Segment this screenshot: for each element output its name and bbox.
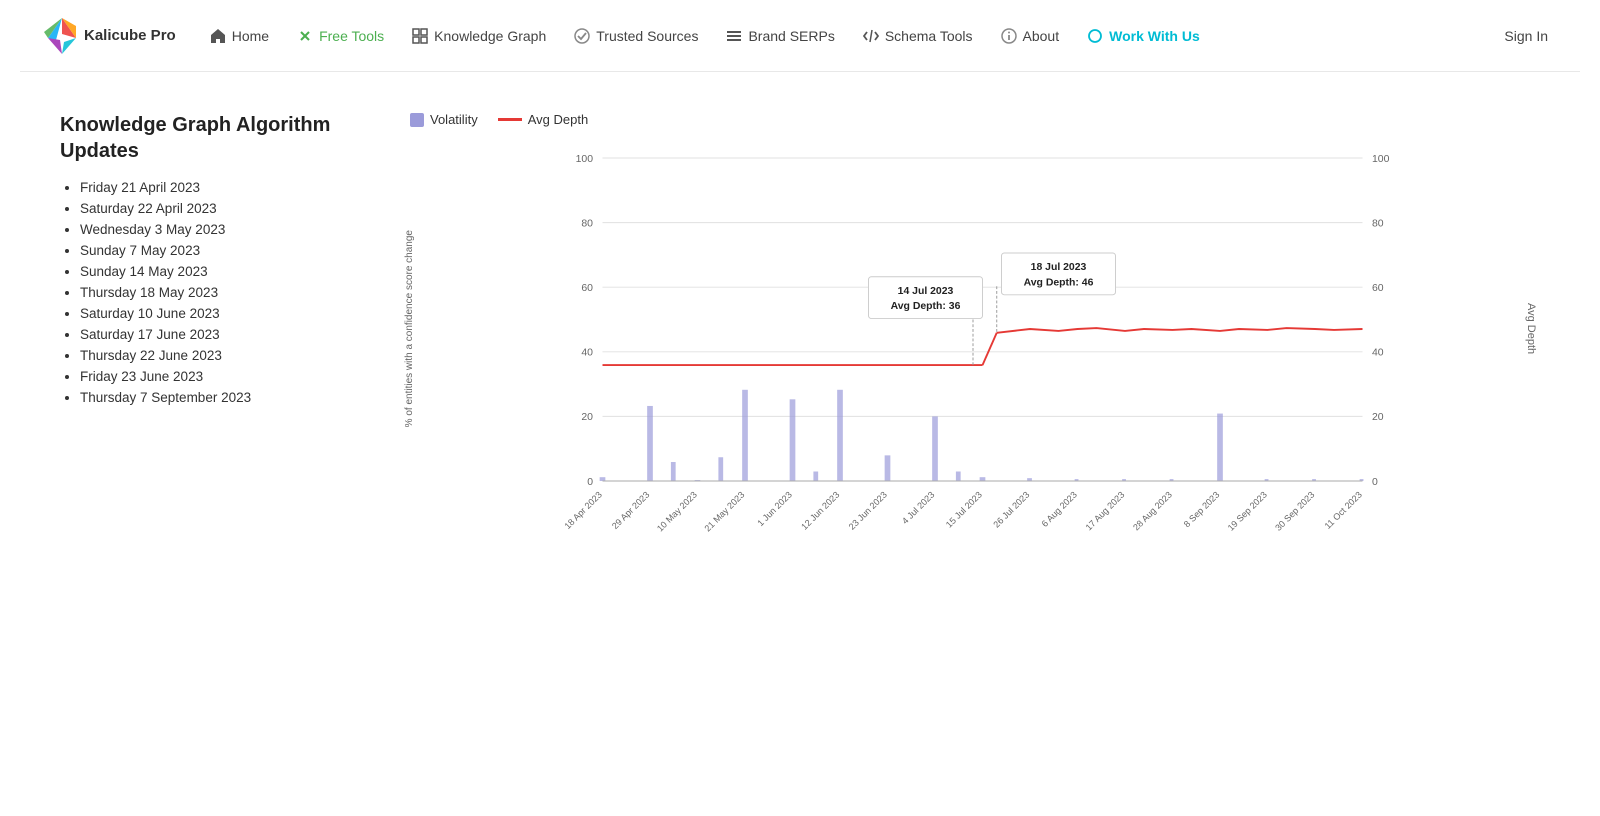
scissors-icon <box>297 28 313 44</box>
svg-text:29 Apr 2023: 29 Apr 2023 <box>610 490 651 531</box>
nav-home[interactable]: Home <box>198 22 281 50</box>
signin-link[interactable]: Sign In <box>1492 22 1560 50</box>
logo-text: Kalicube Pro <box>84 27 176 44</box>
svg-text:17 Aug 2023: 17 Aug 2023 <box>1084 490 1127 533</box>
left-panel: Knowledge Graph Algorithm Updates Friday… <box>60 112 360 632</box>
list-item: Saturday 22 April 2023 <box>80 201 360 216</box>
info-icon <box>1001 28 1017 44</box>
list-item: Friday 21 April 2023 <box>80 180 360 195</box>
nav-about[interactable]: About <box>989 22 1072 50</box>
list-item: Friday 23 June 2023 <box>80 369 360 384</box>
svg-text:0: 0 <box>587 477 593 488</box>
grid-icon <box>412 28 428 44</box>
nav-free-tools[interactable]: Free Tools <box>285 22 396 50</box>
svg-text:100: 100 <box>576 154 594 165</box>
logo-icon <box>40 10 84 62</box>
svg-text:0: 0 <box>1372 477 1378 488</box>
nav-schema-tools[interactable]: Schema Tools <box>851 22 985 50</box>
code-icon <box>863 28 879 44</box>
menu-icon <box>726 28 742 44</box>
volatility-icon <box>410 113 424 127</box>
y-axis-right-label: Avg Depth <box>1522 139 1540 519</box>
svg-text:26 Jul 2023: 26 Jul 2023 <box>991 490 1031 530</box>
list-item: Sunday 14 May 2023 <box>80 264 360 279</box>
check-icon <box>574 28 590 44</box>
page-title: Knowledge Graph Algorithm Updates <box>60 112 360 164</box>
chart-area: Volatility Avg Depth % of entities with … <box>400 112 1540 632</box>
svg-text:20: 20 <box>1372 412 1384 423</box>
svg-text:23 Jun 2023: 23 Jun 2023 <box>847 490 889 532</box>
svg-text:18 Apr 2023: 18 Apr 2023 <box>562 490 603 531</box>
svg-text:18 Jul 2023: 18 Jul 2023 <box>1031 262 1087 273</box>
legend-avg-depth: Avg Depth <box>498 112 588 127</box>
nav-brand-serps[interactable]: Brand SERPs <box>714 22 846 50</box>
svg-text:80: 80 <box>581 218 593 229</box>
nav-knowledge-graph[interactable]: Knowledge Graph <box>400 22 558 50</box>
circle-icon <box>1087 28 1103 44</box>
home-icon <box>210 28 226 44</box>
svg-text:12 Jun 2023: 12 Jun 2023 <box>799 490 841 532</box>
svg-text:4 Jul 2023: 4 Jul 2023 <box>900 490 936 526</box>
svg-text:6 Aug 2023: 6 Aug 2023 <box>1040 490 1079 529</box>
logo[interactable]: Kalicube Pro <box>40 10 176 62</box>
chart-svg: 0 20 40 60 80 100 0 20 40 60 80 100 <box>428 139 1518 519</box>
nav-work-with-us[interactable]: Work With Us <box>1075 22 1212 50</box>
svg-text:11 Oct 2023: 11 Oct 2023 <box>1323 490 1364 531</box>
svg-text:60: 60 <box>581 283 593 294</box>
svg-text:28 Aug 2023: 28 Aug 2023 <box>1131 490 1174 533</box>
avg-depth-line-icon <box>498 118 522 121</box>
svg-text:40: 40 <box>581 348 593 359</box>
list-item: Thursday 7 September 2023 <box>80 390 360 405</box>
svg-text:40: 40 <box>1372 348 1384 359</box>
y-axis-left-label: % of entities with a confidence score ch… <box>400 139 418 519</box>
list-item: Saturday 10 June 2023 <box>80 306 360 321</box>
dates-list: Friday 21 April 2023 Saturday 22 April 2… <box>60 180 360 405</box>
svg-text:Avg Depth: 36: Avg Depth: 36 <box>891 301 961 312</box>
list-item: Sunday 7 May 2023 <box>80 243 360 258</box>
svg-text:21 May 2023: 21 May 2023 <box>702 490 746 534</box>
list-item: Wednesday 3 May 2023 <box>80 222 360 237</box>
svg-text:8 Sep 2023: 8 Sep 2023 <box>1182 490 1222 530</box>
svg-text:100: 100 <box>1372 154 1390 165</box>
svg-text:60: 60 <box>1372 283 1384 294</box>
main-content: Knowledge Graph Algorithm Updates Friday… <box>20 72 1580 672</box>
navbar: Kalicube Pro Home Free Tools Knowledge G… <box>20 0 1580 72</box>
svg-text:10 May 2023: 10 May 2023 <box>655 490 699 534</box>
svg-text:1 Jun 2023: 1 Jun 2023 <box>755 490 794 529</box>
chart-legend: Volatility Avg Depth <box>410 112 1540 127</box>
list-item: Saturday 17 June 2023 <box>80 327 360 342</box>
svg-text:14 Jul 2023: 14 Jul 2023 <box>898 286 954 297</box>
list-item: Thursday 18 May 2023 <box>80 285 360 300</box>
svg-text:19 Sep 2023: 19 Sep 2023 <box>1226 490 1269 533</box>
legend-volatility: Volatility <box>410 112 478 127</box>
list-item: Thursday 22 June 2023 <box>80 348 360 363</box>
nav-trusted-sources[interactable]: Trusted Sources <box>562 22 710 50</box>
svg-text:20: 20 <box>581 412 593 423</box>
avg-depth-label: Avg Depth <box>528 112 588 127</box>
svg-text:Avg Depth: 46: Avg Depth: 46 <box>1024 277 1094 288</box>
svg-text:15 Jul 2023: 15 Jul 2023 <box>944 490 984 530</box>
chart-container: % of entities with a confidence score ch… <box>400 139 1540 619</box>
svg-text:80: 80 <box>1372 218 1384 229</box>
volatility-label: Volatility <box>430 112 478 127</box>
svg-text:30 Sep 2023: 30 Sep 2023 <box>1273 490 1316 533</box>
